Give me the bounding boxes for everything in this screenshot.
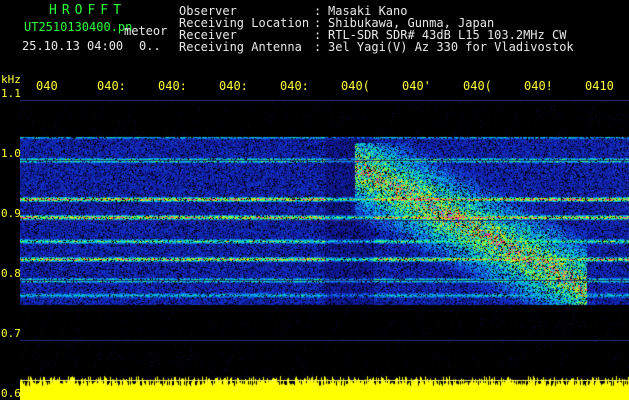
y-tick-label: 0.8 [1,267,21,280]
count-label: 0.. [139,39,161,53]
y-tick-label: 0.7 [1,327,21,340]
meteor-label: meteor [124,24,168,38]
x-tick-label: 040: [219,79,248,93]
x-tick-label: 040( [463,79,492,93]
x-tick-label: 040! [524,79,553,93]
filename-label: UT2510130400.pn [24,20,133,34]
y-tick-label: 1.1 [1,87,21,100]
x-tick-label: 040: [97,79,126,93]
brand-label: HROFFT [49,3,126,18]
datetime-label: 25.10.13 04:00 [22,39,124,53]
x-tick-label: 0410 [585,79,614,93]
y-axis-label: kHz [1,73,21,86]
info-value-antenna: 3el Yagi(V) Az 330 for Vladivostok [328,40,574,54]
y-tick-label: 0.9 [1,207,21,220]
spectrogram-heatmap [20,100,629,400]
y-tick-label: 1.0 [1,147,21,160]
x-tick-label: 040: [158,79,187,93]
info-sep: : [314,40,322,54]
x-tick-label: 040: [280,79,309,93]
x-tick-label: 040( [341,79,370,93]
y-tick-label: 0.6 [1,387,21,400]
x-tick-label: 040' [402,79,431,93]
x-tick-label: 040 [36,79,58,93]
info-key-antenna: Receiving Antenna [179,40,302,54]
